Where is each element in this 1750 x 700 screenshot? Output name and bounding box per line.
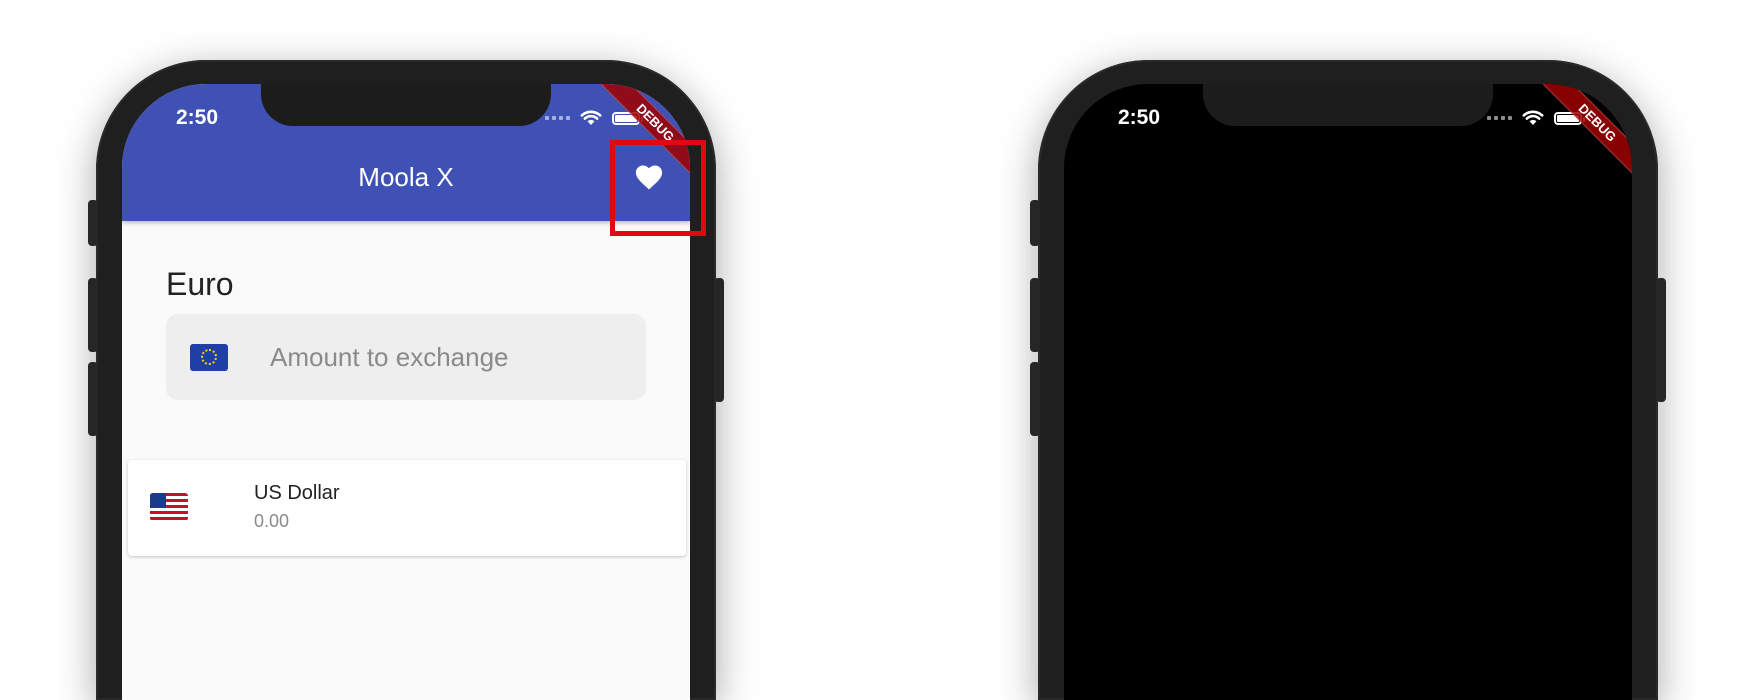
mute-switch	[1030, 200, 1040, 246]
amount-placeholder: Amount to exchange	[270, 341, 509, 372]
status-time: 2:50	[176, 106, 219, 129]
base-currency-label: Euro	[166, 266, 234, 302]
app-title: Moola X	[358, 162, 454, 192]
wifi-icon	[1522, 110, 1544, 125]
result-value: 0.00	[254, 511, 290, 531]
status-time: 2:50	[1118, 106, 1161, 129]
volume-down-button	[1030, 362, 1040, 436]
volume-up-button	[88, 278, 98, 352]
wifi-icon	[580, 110, 602, 125]
power-button	[714, 278, 724, 402]
volume-up-button	[1030, 278, 1040, 352]
highlight-box	[610, 140, 706, 236]
us-flag-icon	[150, 493, 188, 521]
eu-flag-icon	[190, 343, 228, 371]
mute-switch	[88, 200, 98, 246]
screen: 2:50 Moola X DEBUG Euro Amount to exchan…	[122, 84, 690, 700]
result-currency-name: US Dollar	[254, 482, 340, 504]
amount-input[interactable]: Amount to exchange	[166, 314, 646, 400]
signal-icon	[1487, 116, 1512, 120]
notch	[261, 84, 551, 126]
volume-down-button	[88, 362, 98, 436]
notch	[1203, 84, 1493, 126]
phone-right: 2:50 DEBUG	[1030, 60, 1666, 700]
list-item[interactable]: US Dollar 0.00	[128, 460, 686, 556]
screen-dark: 2:50 DEBUG	[1064, 84, 1632, 700]
power-button	[1656, 278, 1666, 402]
signal-icon	[545, 116, 570, 120]
